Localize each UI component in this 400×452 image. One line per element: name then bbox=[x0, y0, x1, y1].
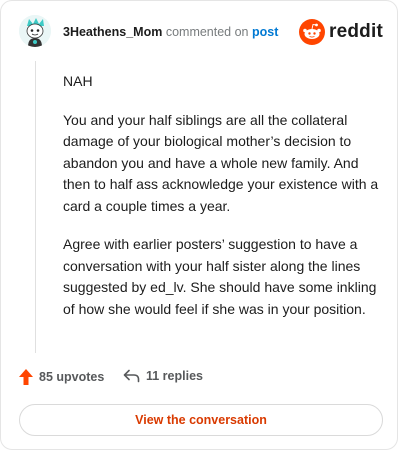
reply-arrow-icon bbox=[123, 369, 140, 383]
thread-line bbox=[35, 61, 36, 353]
view-conversation-button[interactable]: View the conversation bbox=[19, 404, 383, 436]
reddit-wordmark: reddit bbox=[329, 21, 383, 42]
upvote-count: 85 upvotes bbox=[39, 370, 105, 384]
reddit-snoo-icon bbox=[299, 19, 326, 45]
comment-paragraph: Agree with earlier posters’ suggestion t… bbox=[63, 236, 377, 317]
reply-count: 11 replies bbox=[146, 369, 203, 383]
user-avatar[interactable] bbox=[19, 15, 51, 47]
post-link[interactable]: post bbox=[252, 25, 278, 39]
username-link[interactable]: 3Heathens_Mom bbox=[63, 25, 162, 39]
comment-byline: 3Heathens_Mom commented on post bbox=[63, 25, 278, 39]
replies-control[interactable]: 11 replies bbox=[123, 369, 203, 383]
upvote-arrow-icon bbox=[19, 369, 33, 385]
upvote-control[interactable]: 85 upvotes bbox=[19, 369, 104, 385]
reddit-brand[interactable]: reddit bbox=[299, 19, 383, 45]
comment-body: NAH You and your half siblings are all t… bbox=[63, 71, 381, 337]
comment-paragraph: NAH bbox=[63, 73, 93, 89]
byline-verb: commented on bbox=[165, 25, 249, 39]
comment-footer: 85 upvotes 11 replies bbox=[19, 369, 379, 393]
comment-paragraph: You and your half siblings are all the c… bbox=[63, 111, 379, 214]
comment-header: 3Heathens_Mom commented on post reddit bbox=[19, 15, 383, 51]
comment-card: 3Heathens_Mom commented on post reddit N… bbox=[0, 0, 398, 450]
